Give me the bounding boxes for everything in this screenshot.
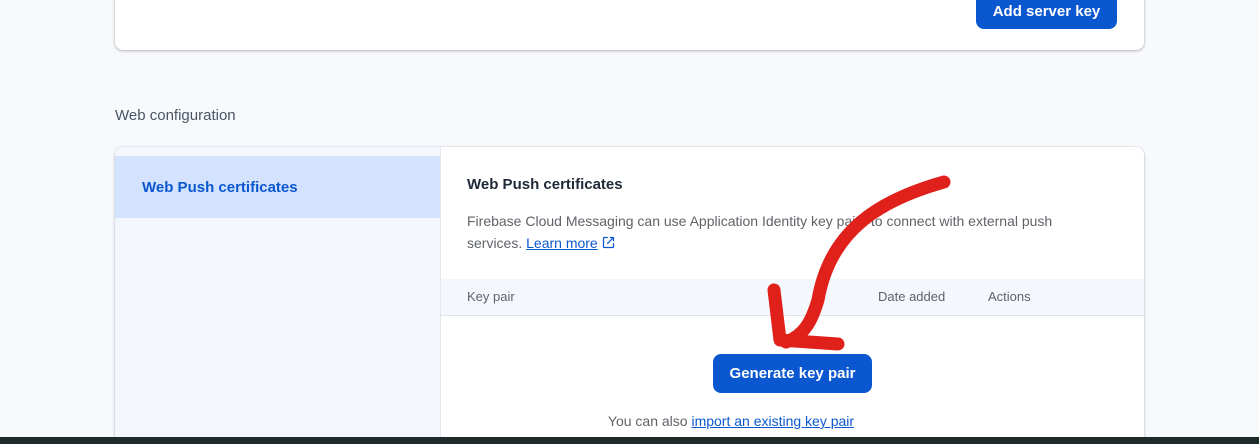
nav-item-web-push-certificates[interactable]: Web Push certificates	[115, 156, 440, 218]
key-pair-table-header: Key pair Date added Actions	[441, 279, 1144, 316]
import-key-pair-line: You can also import an existing key pair	[441, 413, 1144, 429]
generate-key-pair-button[interactable]: Generate key pair	[713, 354, 872, 393]
column-header-date-added: Date added	[878, 289, 946, 304]
add-server-key-button[interactable]: Add server key	[976, 0, 1117, 29]
server-key-card: Add server key	[115, 0, 1144, 50]
open-in-new-icon[interactable]	[601, 234, 616, 256]
os-taskbar	[0, 437, 1259, 444]
column-header-key-pair: Key pair	[467, 289, 515, 304]
content-description: Firebase Cloud Messaging can use Applica…	[467, 210, 1107, 256]
learn-more-link[interactable]: Learn more	[526, 235, 598, 251]
page: Add server key Web configuration Web Pus…	[0, 0, 1259, 444]
import-prefix-text: You can also	[607, 413, 692, 429]
web-configuration-heading: Web configuration	[115, 107, 236, 124]
content-title: Web Push certificates	[467, 176, 623, 193]
side-nav: Web Push certificates	[115, 147, 441, 444]
column-header-actions: Actions	[988, 289, 1031, 304]
web-push-content: Web Push certificates Firebase Cloud Mes…	[441, 147, 1144, 444]
import-existing-key-pair-link[interactable]: import an existing key pair	[691, 413, 854, 429]
web-configuration-card: Web Push certificates Web Push certifica…	[115, 147, 1144, 444]
